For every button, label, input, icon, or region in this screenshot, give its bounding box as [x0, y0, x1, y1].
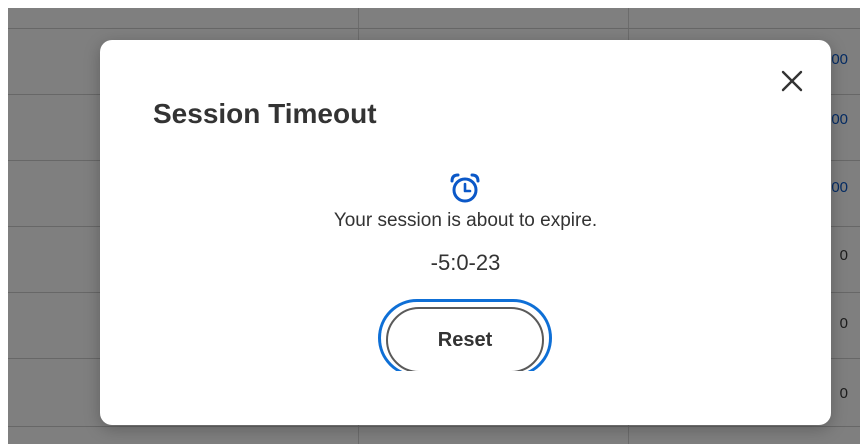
page-left-edge: [0, 0, 8, 444]
reset-area: Reset: [100, 40, 831, 371]
page-top-edge: [0, 0, 860, 8]
reset-button[interactable]: Reset: [386, 307, 544, 371]
session-timeout-dialog: Session Timeout Your session is about to…: [100, 40, 831, 425]
